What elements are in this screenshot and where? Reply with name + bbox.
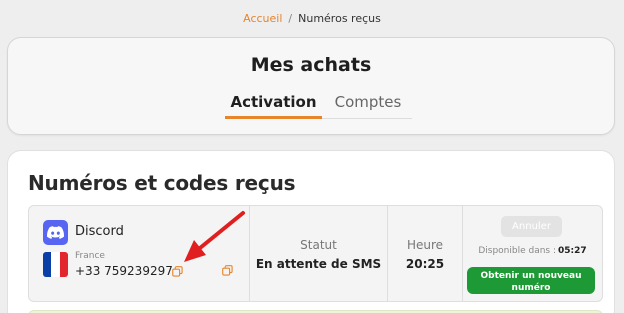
status-label: Statut [300, 238, 337, 252]
phone-number: +33 759239297 [75, 264, 173, 278]
received-numbers-card: Numéros et codes reçus Discord France +3… [7, 150, 615, 313]
availability-timer: Disponible dans :05:27 [463, 246, 602, 256]
copy-icon[interactable] [172, 266, 183, 277]
discord-icon [43, 220, 68, 245]
breadcrumb-separator: / [288, 12, 293, 25]
number-info-cell: Discord France +33 759239297 [29, 206, 249, 301]
section-title: Numéros et codes reçus [28, 171, 296, 195]
france-flag-icon [43, 252, 68, 277]
breadcrumb-home-link[interactable]: Accueil [243, 12, 282, 25]
actions-cell: Annuler Disponible dans :05:27 Obtenir u… [462, 206, 602, 301]
time-label: Heure [406, 238, 444, 252]
tab-activation[interactable]: Activation [225, 91, 322, 119]
breadcrumb-current: Numéros reçus [298, 12, 381, 25]
get-new-number-button[interactable]: Obtenir un nouveau numéro [467, 267, 595, 294]
status-cell: Statut En attente de SMS [249, 206, 387, 301]
tab-bar: Activation Comptes [225, 91, 412, 119]
time-cell: Heure 20:25 [387, 206, 462, 301]
available-countdown: 05:27 [558, 246, 587, 256]
purchases-header-card: Mes achats Activation Comptes [7, 37, 615, 135]
number-row: Discord France +33 759239297 Statut En a… [28, 205, 603, 302]
time-value: 20:25 [405, 257, 445, 271]
available-label: Disponible dans : [478, 246, 556, 256]
service-name: Discord [75, 224, 124, 239]
copy-icon[interactable] [222, 265, 233, 276]
breadcrumb: Accueil / Numéros reçus [0, 12, 624, 25]
country-label: France [75, 251, 105, 261]
tab-comptes[interactable]: Comptes [333, 91, 403, 119]
cancel-button[interactable]: Annuler [501, 216, 562, 237]
status-value: En attente de SMS [255, 257, 382, 271]
page-title: Mes achats [250, 54, 372, 76]
